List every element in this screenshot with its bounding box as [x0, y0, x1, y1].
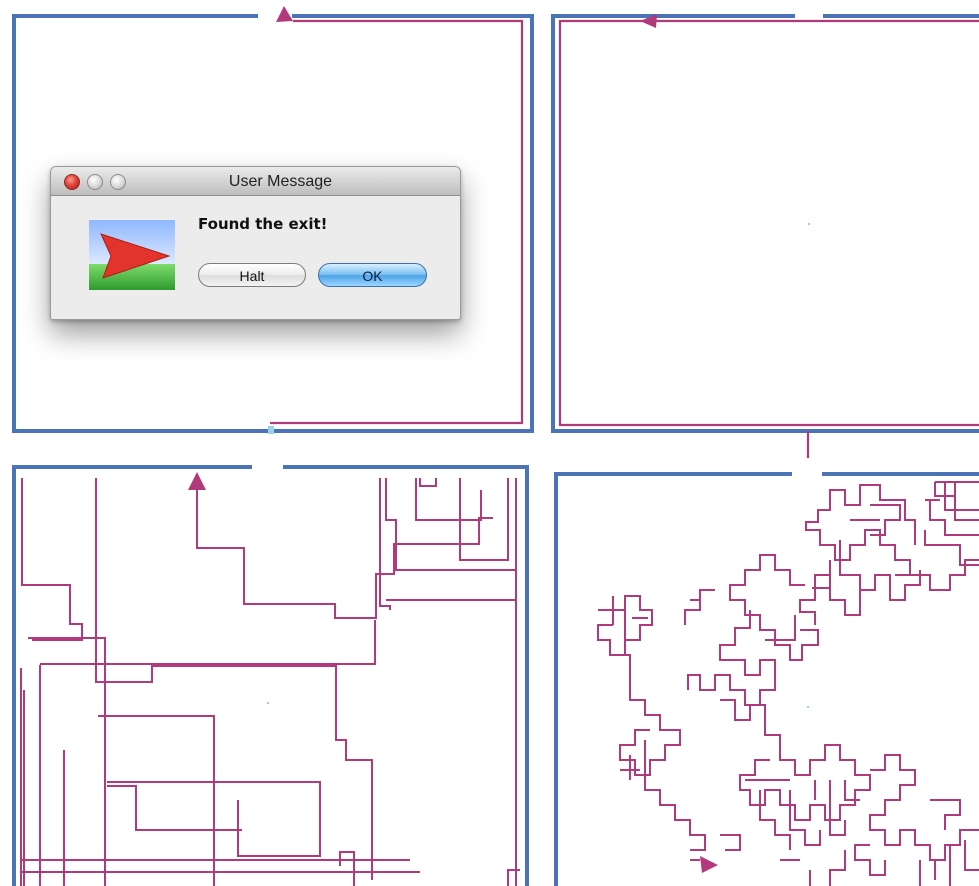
- path-arrow-icon: [188, 472, 206, 490]
- ok-button[interactable]: OK: [318, 263, 427, 287]
- message-text: Found the exit!: [198, 215, 328, 233]
- panel-top-right: [551, 14, 979, 458]
- halt-button[interactable]: Halt: [198, 263, 306, 287]
- center-dot: [807, 706, 809, 708]
- random-walk-path: [597, 481, 979, 886]
- maze-walls: [12, 465, 529, 886]
- exit-path: [20, 478, 520, 886]
- panel-bottom-left: [12, 465, 529, 886]
- dialog-title: User Message: [228, 173, 333, 190]
- center-dot: [267, 702, 269, 704]
- panel-bottom-right: [554, 472, 979, 886]
- maze-gap-marker: [268, 426, 274, 434]
- red-arrow-icon: [89, 220, 175, 290]
- maze-scene: [12, 6, 979, 886]
- exit-path: [558, 19, 979, 458]
- dialog-titlebar[interactable]: User Message: [51, 167, 460, 196]
- path-arrow-icon: [276, 6, 293, 22]
- center-dot: [808, 223, 810, 225]
- user-message-dialog[interactable]: User Message Found the exit! Halt OK: [50, 166, 461, 320]
- maze-walls: [551, 14, 979, 433]
- path-arrow-icon: [700, 856, 718, 873]
